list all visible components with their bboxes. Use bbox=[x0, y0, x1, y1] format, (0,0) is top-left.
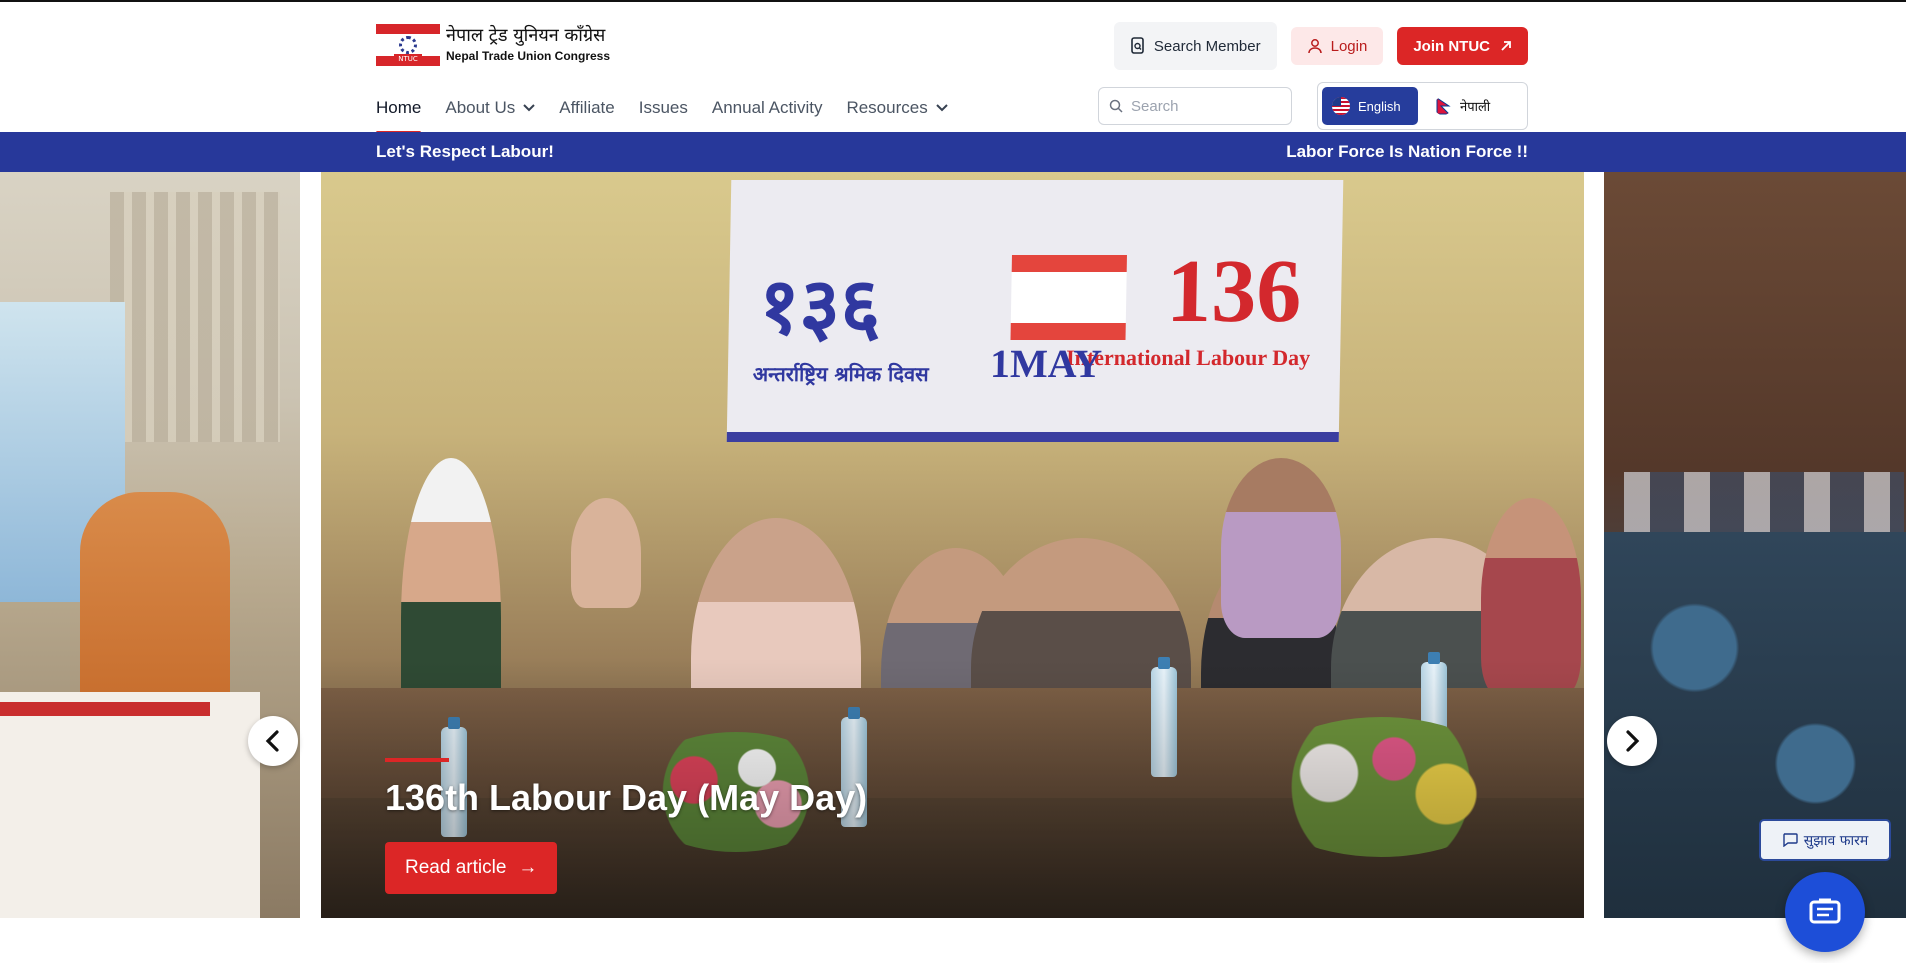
banner-subtext: International Labour Day bbox=[1065, 345, 1311, 370]
banner-np-text: अन्तर्राष्ट्रिय श्रमिक दिवस bbox=[752, 362, 929, 386]
join-label: Join NTUC bbox=[1413, 37, 1490, 55]
search-field[interactable] bbox=[1098, 87, 1292, 125]
us-flag-icon bbox=[1332, 97, 1350, 115]
nav-item-issues[interactable]: Issues bbox=[639, 94, 688, 122]
carousel-prev-button[interactable] bbox=[248, 716, 298, 766]
banner-logo bbox=[1010, 255, 1127, 340]
language-nepali-label: नेपाली bbox=[1460, 100, 1491, 115]
banner-text-np-number: १३६ bbox=[758, 262, 882, 352]
next-slide-image[interactable] bbox=[1604, 172, 1906, 918]
nav-item-home[interactable]: Home bbox=[376, 94, 422, 134]
brand-name-nepali: नेपाल ट्रेड युनियन काँग्रेस bbox=[446, 25, 606, 46]
document-search-icon bbox=[1131, 37, 1144, 54]
join-ntuc-button[interactable]: Join NTUC bbox=[1397, 27, 1528, 65]
feedback-form-button[interactable]: सुझाव फारम bbox=[1759, 819, 1891, 861]
slogan-left: Let's Respect Labour! bbox=[376, 142, 554, 161]
main-nav: Home About Us Affiliate Issues Annual Ac… bbox=[376, 94, 948, 134]
banner-text-number: 136 bbox=[1165, 242, 1303, 341]
logo-tag: NTUC bbox=[394, 54, 422, 64]
language-english-label: English bbox=[1358, 98, 1401, 114]
hero-carousel: १३६ 136 International Labour Day 1MAY अन… bbox=[0, 172, 1906, 918]
login-button[interactable]: Login bbox=[1290, 27, 1384, 65]
ntuc-logo: NTUC bbox=[376, 24, 440, 66]
slide-title: 136th Labour Day (May Day) bbox=[385, 777, 868, 818]
feedback-form-label: सुझाव फारम bbox=[1803, 832, 1869, 849]
user-icon bbox=[1307, 39, 1322, 54]
brand-name-english: Nepal Trade Union Congress bbox=[446, 49, 611, 63]
nav-item-resources[interactable]: Resources bbox=[846, 94, 948, 122]
message-icon bbox=[1809, 898, 1841, 924]
previous-slide-image[interactable] bbox=[0, 172, 300, 918]
search-member-button[interactable]: Search Member bbox=[1113, 22, 1277, 70]
read-article-button[interactable]: Read article → bbox=[385, 842, 558, 894]
search-icon bbox=[1109, 99, 1123, 113]
chat-fab-button[interactable] bbox=[1785, 872, 1865, 952]
chevron-left-icon bbox=[265, 730, 279, 752]
language-switcher: English नेपाली bbox=[1317, 82, 1528, 130]
slogan-bar: Let's Respect Labour! Labor Force Is Nat… bbox=[0, 132, 1906, 172]
chevron-right-icon bbox=[1626, 730, 1640, 752]
chevron-down-icon bbox=[936, 104, 948, 112]
slogan-right: Labor Force Is Nation Force !! bbox=[1286, 142, 1528, 161]
banner-may-text: 1MAY bbox=[989, 341, 1103, 386]
nav-item-annual-activity[interactable]: Annual Activity bbox=[712, 94, 823, 122]
nav-item-affiliate[interactable]: Affiliate bbox=[559, 94, 614, 122]
arrow-right-icon: → bbox=[518, 857, 538, 878]
language-nepali-button[interactable]: नेपाली bbox=[1424, 87, 1500, 125]
read-article-label: Read article bbox=[405, 857, 507, 878]
gear-icon bbox=[399, 36, 417, 54]
login-label: Login bbox=[1330, 37, 1368, 55]
slide-accent-bar bbox=[385, 758, 449, 762]
site-header: NTUC नेपाल ट्रेड युनियन काँग्रेस Nepal T… bbox=[0, 4, 1906, 134]
search-member-label: Search Member bbox=[1153, 37, 1261, 55]
nepal-flag-icon bbox=[1434, 97, 1452, 115]
brand-logo-link[interactable]: NTUC नेपाल ट्रेड युनियन काँग्रेस Nepal T… bbox=[376, 24, 610, 66]
nav-item-about-us[interactable]: About Us bbox=[445, 94, 536, 122]
chevron-down-icon bbox=[523, 104, 536, 112]
external-arrow-icon bbox=[1501, 41, 1511, 51]
chat-bubble-icon bbox=[1783, 833, 1798, 847]
event-banner-image: १३६ 136 International Labour Day 1MAY अन… bbox=[726, 180, 1344, 442]
current-slide[interactable]: १३६ 136 International Labour Day 1MAY अन… bbox=[321, 172, 1584, 918]
language-english-button[interactable]: English bbox=[1322, 87, 1418, 125]
search-input[interactable] bbox=[1131, 97, 1281, 115]
carousel-next-button[interactable] bbox=[1607, 716, 1657, 766]
